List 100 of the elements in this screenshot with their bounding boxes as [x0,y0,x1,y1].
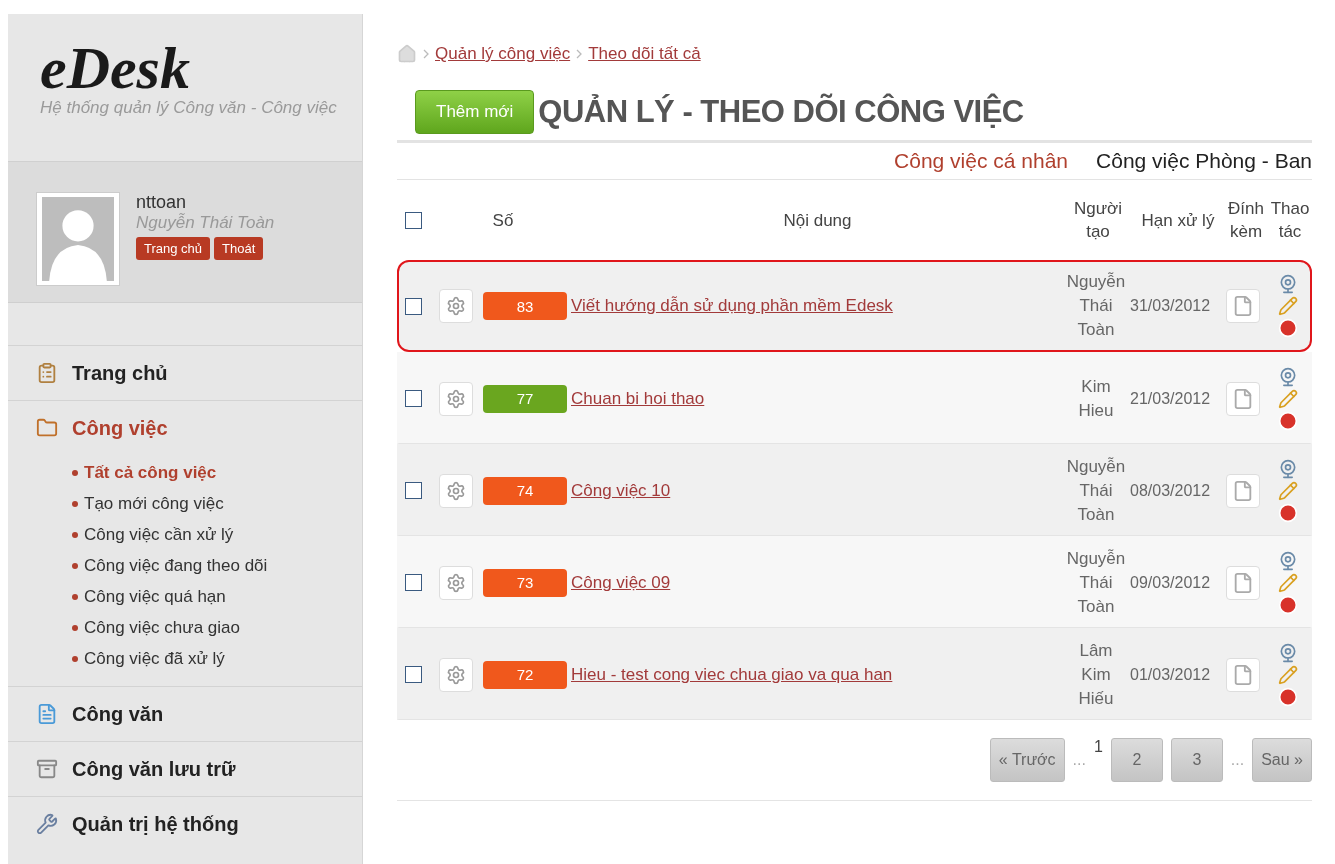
number-badge: 73 [483,568,567,597]
user-full-name: Nguyễn Thái Toàn [136,213,275,233]
row-checkbox[interactable] [405,482,422,499]
delete-icon[interactable] [1278,318,1298,338]
user-button[interactable]: Trang chủ [136,237,211,260]
home-icon[interactable] [397,44,417,64]
user-button[interactable]: Thoát [214,237,264,260]
tab[interactable]: Công việc cá nhân [894,149,1069,173]
deadline-cell-text: 01/03/2012 [1130,665,1212,684]
nav-item[interactable]: Công việc [8,401,362,455]
creator-cell-text: Nguyễn Thái Toàn [1066,455,1126,526]
page-ellipsis: ... [1072,751,1086,769]
pencil-icon[interactable] [1278,296,1298,316]
settings-button[interactable] [439,473,473,508]
file-icon [1232,571,1254,594]
column-header: Thao tác [1269,198,1311,243]
task-link[interactable]: Công việc 09 [571,572,671,592]
folder-icon [36,417,58,439]
pencil-icon[interactable] [1278,664,1298,685]
webcam-icon[interactable] [1278,366,1298,387]
attachment-button[interactable] [1226,565,1260,600]
deadline-cell-text: 31/03/2012 [1130,297,1212,315]
nav-subitem[interactable]: Công việc chưa giao [72,612,362,643]
delete-icon[interactable] [1278,594,1298,615]
settings-button[interactable] [439,289,473,323]
task-link[interactable]: Công việc 10 [571,480,671,500]
task-link[interactable]: Viết hướng dẫn sử dụng phần mềm Edesk [571,296,893,315]
select-all-checkbox[interactable] [405,211,422,229]
tab[interactable]: Công việc Phòng - Ban [1096,149,1312,173]
file-icon [1232,663,1254,686]
nav-subitem[interactable]: Công việc cần xử lý [72,519,362,550]
attachment-button[interactable] [1226,381,1260,416]
page-button[interactable]: 2 [1110,738,1163,782]
page-button[interactable]: « Trước [989,738,1065,782]
webcam-icon[interactable] [1278,642,1298,663]
file-icon [1232,295,1254,317]
column-header: Số [491,209,515,232]
number-badge: 83 [483,292,567,320]
archive-icon [36,758,58,780]
gear-icon [446,296,466,316]
gear-icon [446,388,466,409]
nav-subitem[interactable]: Công việc quá hạn [72,581,362,612]
gear-icon [446,572,466,593]
chevron-icon [423,49,429,59]
nav-item[interactable]: Công văn lưu trữ [8,742,362,796]
webcam-icon[interactable] [1278,458,1298,479]
nav-subitem[interactable]: Tất cả công việc [72,457,362,488]
page-ellipsis: ... [1230,751,1245,769]
page-button[interactable]: Sau » [1252,738,1312,782]
breadcrumb-link[interactable]: Quản lý công việc [435,44,571,64]
document-icon [36,703,58,725]
gear-icon [446,664,466,685]
current-page: 1 [1093,738,1103,756]
webcam-icon[interactable] [1278,274,1298,294]
settings-button[interactable] [439,657,473,692]
pencil-icon[interactable] [1278,572,1298,593]
avatar-icon [36,192,120,286]
row-checkbox[interactable] [405,666,422,683]
number-badge: 77 [483,384,567,413]
nav-item[interactable]: Công văn [8,687,362,741]
nav-item[interactable]: Trang chủ [8,346,362,400]
creator-cell-text: Kim Hieu [1077,375,1115,422]
deadline-cell-text: 09/03/2012 [1130,573,1212,592]
delete-icon[interactable] [1278,410,1298,431]
attachment-button[interactable] [1226,473,1260,508]
task-link[interactable]: Chuan bi hoi thao [571,388,705,408]
nav-subitem[interactable]: Tạo mới công việc [72,488,362,519]
attachment-button[interactable] [1226,289,1260,323]
file-icon [1232,479,1254,502]
logo-text: eDesk [40,40,190,96]
breadcrumb-link[interactable]: Theo dõi tất cả [588,44,701,64]
tools-icon [36,813,58,835]
creator-cell-text: Nguyễn Thái Toàn [1066,271,1126,341]
number-badge: 72 [483,660,567,689]
page-title: QUẢN LÝ - THEO DÕI CÔNG VIỆC [538,94,1024,130]
file-icon [1232,387,1254,410]
clipboard-icon [36,362,58,384]
pencil-icon[interactable] [1278,388,1298,409]
nav-subitem[interactable]: Công việc đã xử lý [72,643,362,674]
logo-subtitle: Hệ thống quản lý Công văn - Công việc [40,98,337,118]
deadline-cell-text: 08/03/2012 [1130,481,1212,500]
attachment-button[interactable] [1226,657,1260,692]
settings-button[interactable] [439,565,473,600]
gear-icon [446,480,466,501]
page-button[interactable]: 3 [1170,738,1223,782]
nav-item[interactable]: Quản trị hệ thống [8,797,362,851]
settings-button[interactable] [439,381,473,416]
webcam-icon[interactable] [1278,550,1298,571]
column-header: Người tạo [1072,198,1123,243]
row-checkbox[interactable] [405,297,422,315]
task-link[interactable]: Hieu - test cong viec chua giao va qua han [571,664,893,684]
nav-subitem[interactable]: Công việc đang theo dõi [72,550,362,581]
pencil-icon[interactable] [1278,480,1298,501]
row-checkbox[interactable] [405,390,422,407]
column-header: Hạn xử lý [1140,209,1216,232]
row-checkbox[interactable] [405,574,422,591]
column-header: Nội dung [782,209,853,232]
delete-icon[interactable] [1278,502,1298,523]
chevron-icon [576,49,583,59]
delete-icon[interactable] [1278,686,1298,707]
